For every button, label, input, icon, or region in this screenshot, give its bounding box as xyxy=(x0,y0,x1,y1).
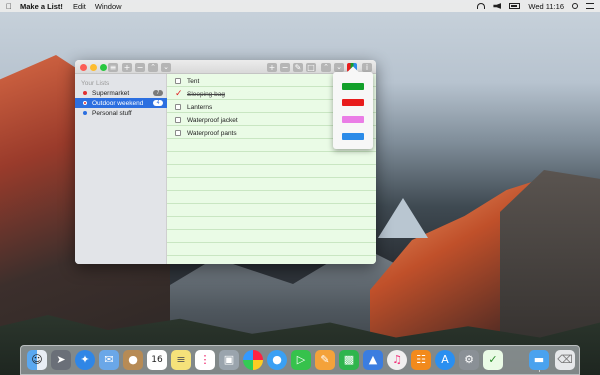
notes-icon[interactable]: ≡ xyxy=(171,350,191,370)
color-swatch-blue[interactable] xyxy=(342,133,364,140)
list-down-button[interactable]: ⌄ xyxy=(161,62,171,72)
pages-icon[interactable]: ✎ xyxy=(315,350,335,370)
itunes-icon[interactable]: ♫ xyxy=(387,350,407,370)
wifi-icon[interactable] xyxy=(477,3,486,9)
menu-edit[interactable]: Edit xyxy=(73,2,86,11)
task-down-button[interactable]: ⌄ xyxy=(334,62,344,72)
share-button[interactable]: □ xyxy=(306,62,316,72)
finder-icon[interactable]: ☺ xyxy=(27,350,47,370)
color-swatch-pink[interactable] xyxy=(342,116,364,123)
task-row[interactable]: Tent xyxy=(175,76,199,86)
info-button[interactable]: i xyxy=(362,62,372,72)
safari-icon[interactable]: ✦ xyxy=(75,350,95,370)
folder-icon[interactable]: ▬ xyxy=(529,350,549,370)
reminders-icon[interactable]: ⋮ xyxy=(195,350,215,370)
sidebar-item-label: Outdoor weekend xyxy=(92,99,144,107)
battery-icon[interactable] xyxy=(509,3,521,9)
sidebar-item-personal-stuff[interactable]: Personal stuff xyxy=(75,108,167,118)
menu-window[interactable]: Window xyxy=(95,2,122,11)
sidebar-item-label: Supermarket xyxy=(92,89,130,97)
task-row[interactable]: Waterproof jacket xyxy=(175,115,238,125)
messages-icon[interactable]: ● xyxy=(267,350,287,370)
checkmark-icon[interactable]: ✓ xyxy=(175,90,183,99)
color-swatch-red[interactable] xyxy=(342,99,364,106)
app-store-icon[interactable]: A xyxy=(435,350,455,370)
list-count-badge: 4 xyxy=(153,100,163,106)
make-a-list-icon[interactable]: ✓ xyxy=(483,350,503,370)
wallpaper-snow xyxy=(378,198,428,238)
sidebar: Your Lists Supermarket 7 Outdoor weekend… xyxy=(75,74,167,264)
contacts-icon[interactable]: ● xyxy=(123,350,143,370)
menu-status-area: Wed 11:16 xyxy=(477,2,594,11)
app-window: ≡ + − ⌃ ⌄ + − ✎ □ ⌃ ⌄ i Your Lists Super… xyxy=(75,60,376,264)
add-list-button[interactable]: + xyxy=(122,62,132,72)
task-label[interactable]: Sleeping bag xyxy=(187,91,225,98)
task-row[interactable]: Waterproof pants xyxy=(175,128,237,138)
sidebar-item-label: Personal stuff xyxy=(92,109,132,117)
mail-icon[interactable]: ✉ xyxy=(99,350,119,370)
task-row[interactable]: ✓ Sleeping bag xyxy=(175,89,225,99)
task-label[interactable]: Waterproof pants xyxy=(187,130,237,137)
menu-clock[interactable]: Wed 11:16 xyxy=(528,2,564,11)
task-up-button[interactable]: ⌃ xyxy=(321,62,331,72)
apple-menu-icon[interactable]:  xyxy=(6,2,12,11)
list-color-dot xyxy=(83,101,87,105)
task-checkbox[interactable] xyxy=(175,104,181,110)
task-checkbox[interactable] xyxy=(175,117,181,123)
ibooks-icon[interactable]: ☷ xyxy=(411,350,431,370)
list-count-badge: 7 xyxy=(153,90,163,96)
keynote-icon[interactable]: ▲ xyxy=(363,350,383,370)
color-picker-popover xyxy=(333,72,373,149)
add-task-button[interactable]: + xyxy=(267,62,277,72)
facetime-icon[interactable]: ▷ xyxy=(291,350,311,370)
menu-app-name[interactable]: Make a List! xyxy=(20,2,63,11)
color-swatch-green[interactable] xyxy=(342,83,364,90)
calendar-icon[interactable]: 16 xyxy=(147,350,167,370)
task-checkbox[interactable] xyxy=(175,78,181,84)
remove-list-button[interactable]: − xyxy=(135,62,145,72)
sidebar-header: Your Lists xyxy=(81,80,110,87)
list-up-button[interactable]: ⌃ xyxy=(148,62,158,72)
zoom-window-button[interactable] xyxy=(100,63,107,71)
list-color-dot xyxy=(83,91,87,95)
numbers-icon[interactable]: ▩ xyxy=(339,350,359,370)
menu-bar:  Make a List! Edit Window Wed 11:16 xyxy=(0,0,600,12)
notification-center-icon[interactable] xyxy=(586,3,594,9)
close-window-button[interactable] xyxy=(80,63,87,71)
window-toolbar: ≡ + − ⌃ ⌄ + − ✎ □ ⌃ ⌄ i xyxy=(75,60,376,74)
task-checkbox[interactable] xyxy=(175,130,181,136)
list-color-dot xyxy=(83,111,87,115)
photo-booth-icon[interactable]: ▣ xyxy=(219,350,239,370)
task-label[interactable]: Tent xyxy=(187,78,199,85)
edit-task-button[interactable]: ✎ xyxy=(293,62,303,72)
system-preferences-icon[interactable]: ⚙ xyxy=(459,350,479,370)
task-label[interactable]: Waterproof jacket xyxy=(187,117,238,124)
sidebar-item-supermarket[interactable]: Supermarket 7 xyxy=(75,88,167,98)
remove-task-button[interactable]: − xyxy=(280,62,290,72)
task-label[interactable]: Lanterns xyxy=(187,104,212,111)
sidebar-item-outdoor-weekend[interactable]: Outdoor weekend 4 xyxy=(75,98,167,108)
volume-icon[interactable] xyxy=(493,3,502,9)
dock: ☺ ➤ ✦ ✉ ● 16 ≡ ⋮ ▣ ● ▷ ✎ ▩ ▲ ♫ ☷ A ⚙ ✓ ▬… xyxy=(20,345,580,375)
minimize-window-button[interactable] xyxy=(90,63,97,71)
sidebar-toggle-button[interactable]: ≡ xyxy=(108,62,118,72)
photos-icon[interactable] xyxy=(243,350,263,370)
launchpad-icon[interactable]: ➤ xyxy=(51,350,71,370)
trash-icon[interactable]: ⌫ xyxy=(555,350,575,370)
task-row[interactable]: Lanterns xyxy=(175,102,212,112)
spotlight-icon[interactable] xyxy=(572,3,578,9)
